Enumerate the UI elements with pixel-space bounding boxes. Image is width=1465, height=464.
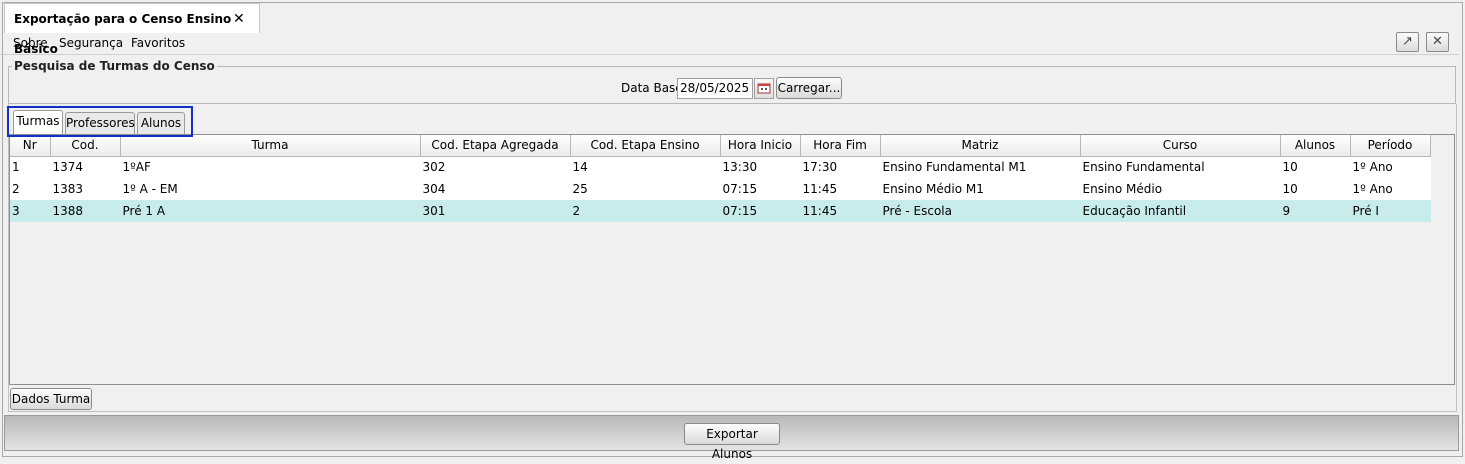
- cell-hora-fim: 11:45: [800, 178, 881, 200]
- date-base-input[interactable]: 28/05/2025: [677, 78, 753, 99]
- cell-nr: 1: [10, 156, 51, 178]
- cell-cod-etapa-ensino: 2: [570, 200, 721, 222]
- calendar-button[interactable]: [754, 78, 774, 99]
- cell-matriz: Pré - Escola: [880, 200, 1081, 222]
- cell-turma: Pré 1 A: [120, 200, 421, 222]
- menu-favoritos[interactable]: Favoritos: [131, 36, 185, 50]
- col-header-curso[interactable]: Curso: [1080, 135, 1281, 157]
- calendar-icon: [757, 83, 771, 94]
- cell-cod-etapa-agregada: 302: [420, 156, 571, 178]
- cell-cod: 1388: [50, 200, 121, 222]
- cell-hora-inicio: 13:30: [720, 156, 801, 178]
- cell-alunos: 9: [1280, 200, 1351, 222]
- col-header-cod-etapa-agregada[interactable]: Cod. Etapa Agregada: [420, 135, 571, 157]
- turmas-table: Nr Cod. Turma Cod. Etapa Agregada Cod. E…: [10, 135, 1431, 222]
- table-row-selected[interactable]: 3 1388 Pré 1 A 301 2 07:15 11:45 Pré - E…: [10, 200, 1431, 222]
- tab-professores[interactable]: Professores: [65, 112, 135, 134]
- cell-hora-fim: 17:30: [800, 156, 881, 178]
- table-header-row: Nr Cod. Turma Cod. Etapa Agregada Cod. E…: [10, 135, 1431, 157]
- col-header-matriz[interactable]: Matriz: [880, 135, 1081, 157]
- menu-bar: Sobre Segurança Favoritos: [0, 33, 1459, 55]
- detach-window-button[interactable]: ↗: [1396, 32, 1419, 52]
- cell-cod-etapa-agregada: 301: [420, 200, 571, 222]
- cell-alunos: 10: [1280, 178, 1351, 200]
- menu-sobre[interactable]: Sobre: [13, 36, 48, 50]
- document-tab[interactable]: Exportação para o Censo Ensino Básico ✕: [4, 3, 260, 56]
- tab-alunos[interactable]: Alunos: [137, 112, 185, 134]
- table-row[interactable]: 2 1383 1º A - EM 304 25 07:15 11:45 Ensi…: [10, 178, 1431, 200]
- cell-curso: Ensino Fundamental: [1080, 156, 1281, 178]
- turmas-grid[interactable]: Nr Cod. Turma Cod. Etapa Agregada Cod. E…: [9, 134, 1455, 385]
- cell-cod: 1374: [50, 156, 121, 178]
- cell-cod-etapa-ensino: 25: [570, 178, 721, 200]
- col-header-hora-inicio[interactable]: Hora Inicio: [720, 135, 801, 157]
- tab-turmas[interactable]: Turmas: [13, 110, 63, 134]
- cell-nr: 2: [10, 178, 51, 200]
- detach-icon: ↗: [1402, 34, 1413, 49]
- cell-turma: 1ºAF: [120, 156, 421, 178]
- cell-hora-inicio: 07:15: [720, 200, 801, 222]
- cell-turma: 1º A - EM: [120, 178, 421, 200]
- cell-matriz: Ensino Fundamental M1: [880, 156, 1081, 178]
- cell-periodo: 1º Ano: [1350, 178, 1431, 200]
- export-students-button[interactable]: Exportar Alunos: [684, 423, 780, 461]
- cell-cod: 1383: [50, 178, 121, 200]
- close-window-button[interactable]: ✕: [1426, 32, 1449, 52]
- col-header-turma[interactable]: Turma: [120, 135, 421, 157]
- cell-periodo: Pré I: [1350, 200, 1431, 222]
- cell-cod-etapa-ensino: 14: [570, 156, 721, 178]
- cell-hora-fim: 11:45: [800, 200, 881, 222]
- cell-hora-inicio: 07:15: [720, 178, 801, 200]
- cell-alunos: 10: [1280, 156, 1351, 178]
- cell-cod-etapa-agregada: 304: [420, 178, 571, 200]
- close-icon: ✕: [1432, 34, 1443, 49]
- col-header-cod[interactable]: Cod.: [50, 135, 121, 157]
- cell-periodo: 1º Ano: [1350, 156, 1431, 178]
- load-button[interactable]: Carregar...: [776, 77, 842, 99]
- col-header-alunos[interactable]: Alunos: [1280, 135, 1351, 157]
- col-header-nr[interactable]: Nr: [10, 135, 51, 157]
- cell-curso: Educação Infantil: [1080, 200, 1281, 222]
- col-header-periodo[interactable]: Período: [1350, 135, 1431, 157]
- table-row[interactable]: 1 1374 1ºAF 302 14 13:30 17:30 Ensino Fu…: [10, 156, 1431, 178]
- col-header-hora-fim[interactable]: Hora Fim: [800, 135, 881, 157]
- search-legend: Pesquisa de Turmas do Censo: [12, 59, 217, 73]
- subtabs-highlight: Turmas Professores Alunos: [7, 106, 193, 137]
- cell-nr: 3: [10, 200, 51, 222]
- col-header-cod-etapa-ensino[interactable]: Cod. Etapa Ensino: [570, 135, 721, 157]
- menu-seguranca[interactable]: Segurança: [59, 36, 123, 50]
- dados-turma-button[interactable]: Dados Turma: [10, 388, 92, 410]
- cell-curso: Ensino Médio: [1080, 178, 1281, 200]
- cell-matriz: Ensino Médio M1: [880, 178, 1081, 200]
- close-tab-icon[interactable]: ✕: [233, 4, 245, 34]
